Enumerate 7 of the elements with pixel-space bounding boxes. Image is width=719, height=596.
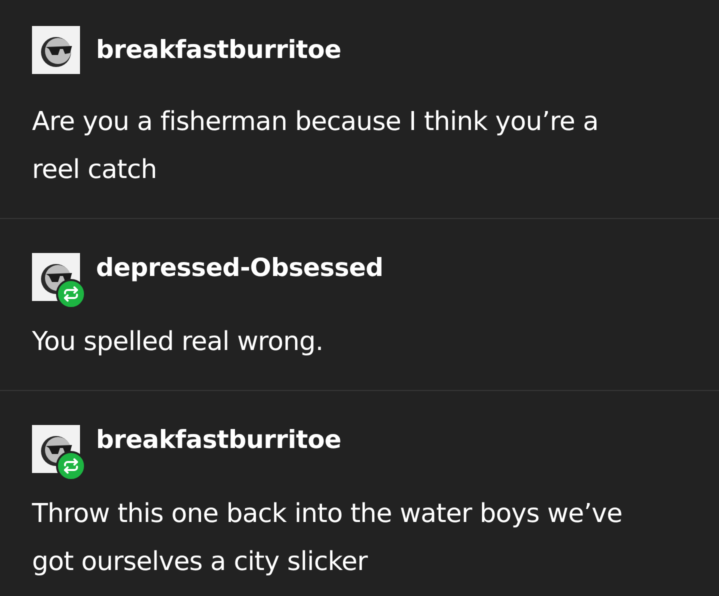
username[interactable]: breakfastburritoe — [96, 33, 342, 67]
username[interactable]: breakfastburritoe — [96, 423, 342, 457]
username[interactable]: depressed-Obsessed — [96, 251, 384, 285]
post-text: You spelled real wrong. — [32, 326, 324, 359]
post-text: Throw this one back into the water boys we’ve got ourselves a city slicker — [32, 498, 624, 579]
avatar-icon[interactable] — [32, 26, 80, 74]
post-text: Are you a fisherman because I think you’re a reel catch — [32, 106, 600, 187]
